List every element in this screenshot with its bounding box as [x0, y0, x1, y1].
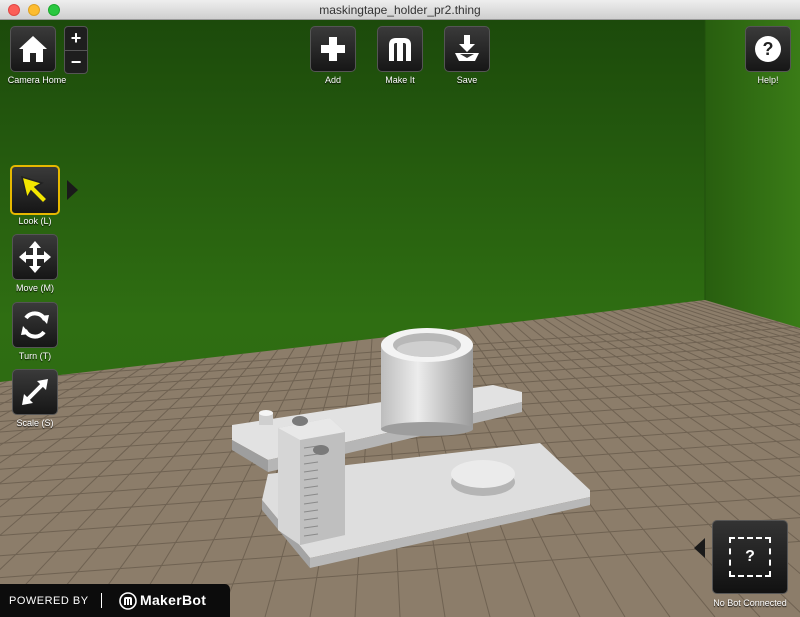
zoom-out-button[interactable]: −	[65, 50, 87, 74]
makerbot-logo-icon	[119, 592, 137, 610]
tool-look-button[interactable]	[10, 165, 60, 215]
no-bot-icon: ?	[729, 537, 771, 577]
scale-arrow-icon	[22, 379, 48, 405]
bot-panel-expand-arrow[interactable]	[694, 538, 705, 558]
plus-icon	[321, 37, 345, 61]
save-button[interactable]	[444, 26, 490, 72]
make-it-button[interactable]	[377, 26, 423, 72]
powered-by-makerbot-banner: POWERED BY MakerBot	[0, 584, 230, 617]
window-titlebar: maskingtape_holder_pr2.thing	[0, 0, 800, 20]
camera-home-button[interactable]	[10, 26, 56, 72]
home-icon	[19, 36, 47, 62]
tool-turn-button[interactable]	[12, 302, 58, 348]
zoom-control: + −	[64, 26, 88, 74]
tool-move-button[interactable]	[12, 234, 58, 280]
viewport-3d[interactable]: Camera Home + − Add Make It Save ? Help!	[0, 20, 800, 617]
save-label: Save	[456, 75, 478, 85]
window-title: maskingtape_holder_pr2.thing	[319, 3, 481, 17]
tool-expand-arrow[interactable]	[67, 180, 78, 200]
footer-divider	[101, 593, 102, 608]
cursor-arrow-icon	[20, 175, 49, 205]
powered-by-text: POWERED BY	[9, 595, 89, 607]
save-download-icon	[455, 35, 479, 61]
camera-home-label: Camera Home	[7, 75, 67, 85]
tool-scale-label: Scale (S)	[16, 418, 54, 428]
zoom-in-button[interactable]: +	[65, 27, 87, 50]
svg-text:?: ?	[763, 39, 774, 59]
tool-turn-label: Turn (T)	[18, 351, 52, 361]
move-arrows-icon	[19, 241, 51, 273]
bot-status-label: No Bot Connected	[713, 598, 787, 608]
help-button[interactable]: ?	[745, 26, 791, 72]
makerbot-m-icon	[389, 38, 411, 61]
add-button[interactable]	[310, 26, 356, 72]
rotate-icon	[21, 311, 49, 339]
tool-look-label: Look (L)	[18, 216, 52, 226]
tool-scale-button[interactable]	[12, 369, 58, 415]
bot-status-button[interactable]: ?	[712, 520, 788, 594]
makerbot-brand: MakerBot	[140, 592, 207, 608]
tool-move-label: Move (M)	[16, 283, 54, 293]
help-label: Help!	[757, 75, 779, 85]
help-question-icon: ?	[755, 36, 781, 62]
